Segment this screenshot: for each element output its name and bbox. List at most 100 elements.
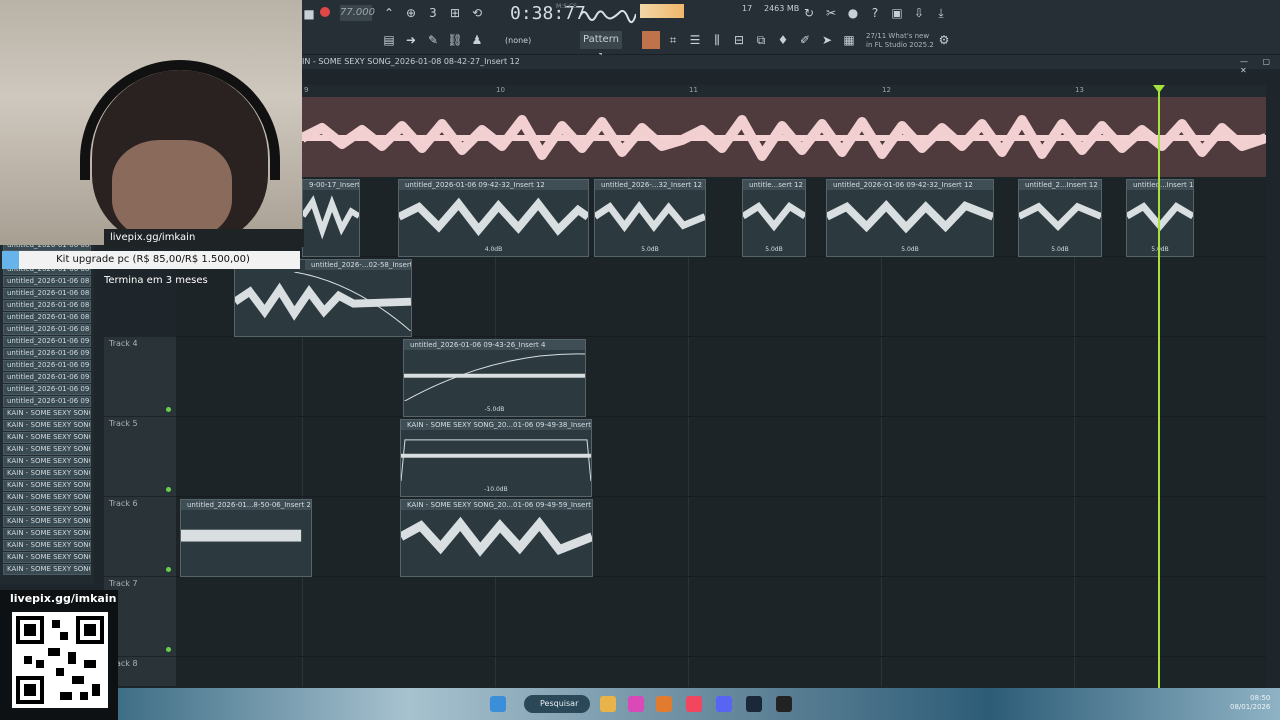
track-mute-led[interactable] bbox=[166, 487, 171, 492]
browser-item[interactable]: KAIN - SOME SEXY SONG_ bbox=[3, 408, 91, 419]
track-header-6[interactable]: Track 6 bbox=[104, 497, 176, 577]
browser-item[interactable]: KAIN - SOME SEXY SONG_ bbox=[3, 504, 91, 515]
browser-item[interactable]: untitled_2026-01-06 08- bbox=[3, 276, 91, 287]
browser-item[interactable]: untitled_2026-01-06 08- bbox=[3, 300, 91, 311]
stop-icon[interactable]: ■ bbox=[300, 5, 318, 23]
wait-icon[interactable]: ⊕ bbox=[402, 4, 420, 22]
snap-select[interactable]: (none) bbox=[505, 36, 531, 45]
browser-item[interactable]: untitled_2026-01-06 09- bbox=[3, 348, 91, 359]
start-icon[interactable] bbox=[490, 696, 506, 712]
browser-item[interactable]: untitled_2026-01-06 09- bbox=[3, 360, 91, 371]
browser-item[interactable]: KAIN - SOME SEXY SONG_ bbox=[3, 552, 91, 563]
playlist-icon[interactable]: ▤ bbox=[380, 31, 398, 49]
browser-item[interactable]: KAIN - SOME SEXY SONG_ bbox=[3, 540, 91, 551]
audio-clip[interactable]: KAIN - SOME SEXY SONG_20...01-06 09-49-5… bbox=[400, 499, 593, 577]
volume-meter[interactable] bbox=[640, 4, 684, 18]
audio-clip[interactable]: untitled_2026-01...8-50-06_Insert 2 bbox=[180, 499, 312, 577]
send-icon[interactable]: ➤ bbox=[818, 31, 836, 49]
link-icon[interactable]: ⛓ bbox=[446, 31, 464, 49]
settings-icon[interactable]: ⚙ bbox=[935, 31, 953, 49]
help-icon[interactable]: ? bbox=[866, 4, 884, 22]
pen-icon[interactable]: ✐ bbox=[796, 31, 814, 49]
pattern-color-swatch[interactable] bbox=[642, 31, 660, 49]
track-lane[interactable] bbox=[176, 577, 1266, 657]
window-controls[interactable]: — ▢ ✕ bbox=[1240, 57, 1280, 75]
browser-item[interactable]: KAIN - SOME SEXY SONG_ bbox=[3, 480, 91, 491]
browser-item[interactable]: KAIN - SOME SEXY SONG_ bbox=[3, 444, 91, 455]
audio-clip[interactable]: untitled_2026-...32_Insert 12 5.0dB bbox=[594, 179, 706, 257]
undo-icon[interactable]: ↻ bbox=[800, 4, 818, 22]
mixer-icon[interactable]: ⫼ bbox=[708, 31, 726, 49]
track-header-4[interactable]: Track 4 bbox=[104, 337, 176, 417]
track-lane[interactable] bbox=[176, 337, 1266, 417]
clip-waveform bbox=[595, 201, 705, 233]
bulb-icon[interactable]: ♦ bbox=[774, 31, 792, 49]
save-icon[interactable]: ▣ bbox=[888, 4, 906, 22]
browser-item[interactable]: KAIN - SOME SEXY SONG_ bbox=[3, 528, 91, 539]
piano-roll-icon[interactable]: ⌗ bbox=[664, 31, 682, 49]
brush-icon[interactable]: ✎ bbox=[424, 31, 442, 49]
browser-item[interactable]: untitled_2026-01-06 09- bbox=[3, 336, 91, 347]
export-icon[interactable]: ⇩ bbox=[910, 4, 928, 22]
browser-item[interactable]: untitled_2026-01-06 08- bbox=[3, 324, 91, 335]
taskbar-search[interactable]: Pesquisar bbox=[524, 695, 590, 713]
playhead-marker[interactable] bbox=[1153, 85, 1165, 93]
channel-rack-icon[interactable]: ☰ bbox=[686, 31, 704, 49]
audio-clip[interactable]: untitled_2026-01-06 09-43-26_Insert 4 -5… bbox=[403, 339, 586, 417]
folder-icon[interactable] bbox=[600, 696, 616, 712]
track-mute-led[interactable] bbox=[166, 567, 171, 572]
browser-item[interactable]: untitled_2026-01-06 09- bbox=[3, 396, 91, 407]
track-mute-led[interactable] bbox=[166, 407, 171, 412]
track-lane[interactable] bbox=[176, 417, 1266, 497]
plugin-icon[interactable]: ⧉ bbox=[752, 31, 770, 49]
browser-item[interactable]: KAIN - SOME SEXY SONG_ bbox=[3, 456, 91, 467]
browser-item[interactable]: untitled_2026-01-06 08- bbox=[3, 288, 91, 299]
audio-clip[interactable]: untitled_2026-01-06 09-42-32_Insert 12 5… bbox=[826, 179, 994, 257]
audio-clip[interactable]: untitled_2...Insert 12 5.0dB bbox=[1018, 179, 1102, 257]
audio-clip[interactable]: untitled_2026-01-06 09-42-32_Insert 12 4… bbox=[398, 179, 589, 257]
music-icon[interactable] bbox=[686, 696, 702, 712]
discord-icon[interactable] bbox=[716, 696, 732, 712]
obs-icon[interactable] bbox=[776, 696, 792, 712]
stamp-icon[interactable]: ♟ bbox=[468, 31, 486, 49]
browser-item[interactable]: KAIN - SOME SEXY SONG_ bbox=[3, 432, 91, 443]
news-panel[interactable]: 27/11 What's new in FL Studio 2025.2 bbox=[866, 32, 934, 50]
audio-clip[interactable]: KAIN - SOME SEXY SONG_20...01-06 09-49-3… bbox=[400, 419, 592, 497]
news-icon[interactable]: ▦ bbox=[840, 31, 858, 49]
browser-item[interactable]: untitled_2026-01-06 08- bbox=[3, 312, 91, 323]
audio-clip[interactable]: untitle...sert 12 5.0dB bbox=[742, 179, 806, 257]
audio-clip[interactable]: 9-00-17_Insert 2 bbox=[302, 179, 360, 257]
fl-studio-icon[interactable] bbox=[656, 696, 672, 712]
cut-icon[interactable]: ✂ bbox=[822, 4, 840, 22]
clip-name: untitled_2026-...32_Insert 12 bbox=[595, 180, 705, 190]
download-icon[interactable]: ⤓ bbox=[932, 4, 950, 22]
track-lane[interactable] bbox=[176, 497, 1266, 577]
audio-clip[interactable]: untitled...Insert 12 5.0dB bbox=[1126, 179, 1194, 257]
countdown-icon[interactable]: 3 bbox=[424, 4, 442, 22]
taskbar-clock[interactable]: 08:50 08/01/2026 bbox=[1230, 694, 1270, 712]
browser-item[interactable]: untitled_2026-01-06 09- bbox=[3, 384, 91, 395]
metronome-icon[interactable]: ⌃ bbox=[380, 4, 398, 22]
app-icon[interactable] bbox=[628, 696, 644, 712]
steam-icon[interactable] bbox=[746, 696, 762, 712]
record-button[interactable] bbox=[320, 7, 330, 17]
playhead[interactable] bbox=[1158, 88, 1160, 688]
browser-item[interactable]: untitled_2026-01-06 09- bbox=[3, 372, 91, 383]
next-icon[interactable]: ➜ bbox=[402, 31, 420, 49]
step-icon[interactable]: ⊞ bbox=[446, 4, 464, 22]
browser-item[interactable]: KAIN - SOME SEXY SONG_ bbox=[3, 492, 91, 503]
track-header-5[interactable]: Track 5 bbox=[104, 417, 176, 497]
browser-item[interactable]: KAIN - SOME SEXY SONG_ bbox=[3, 516, 91, 527]
clip-waveform bbox=[404, 353, 585, 402]
mic-icon[interactable]: ● bbox=[844, 4, 862, 22]
browser-icon[interactable]: ⊟ bbox=[730, 31, 748, 49]
tempo-display[interactable]: 77.000 bbox=[340, 5, 375, 21]
pattern-selector[interactable]: Pattern 1 bbox=[580, 31, 622, 63]
timeline-ruler[interactable] bbox=[302, 85, 1266, 97]
browser-item[interactable]: KAIN - SOME SEXY SONG_ bbox=[3, 564, 91, 575]
browser-item[interactable]: KAIN - SOME SEXY SONG_ bbox=[3, 468, 91, 479]
track-mute-led[interactable] bbox=[166, 647, 171, 652]
browser-item[interactable]: KAIN - SOME SEXY SONG_ bbox=[3, 420, 91, 431]
audio-clip[interactable]: untitled_2026-...02-58_Insert 2 bbox=[234, 259, 412, 337]
loop-icon[interactable]: ⟲ bbox=[468, 4, 486, 22]
